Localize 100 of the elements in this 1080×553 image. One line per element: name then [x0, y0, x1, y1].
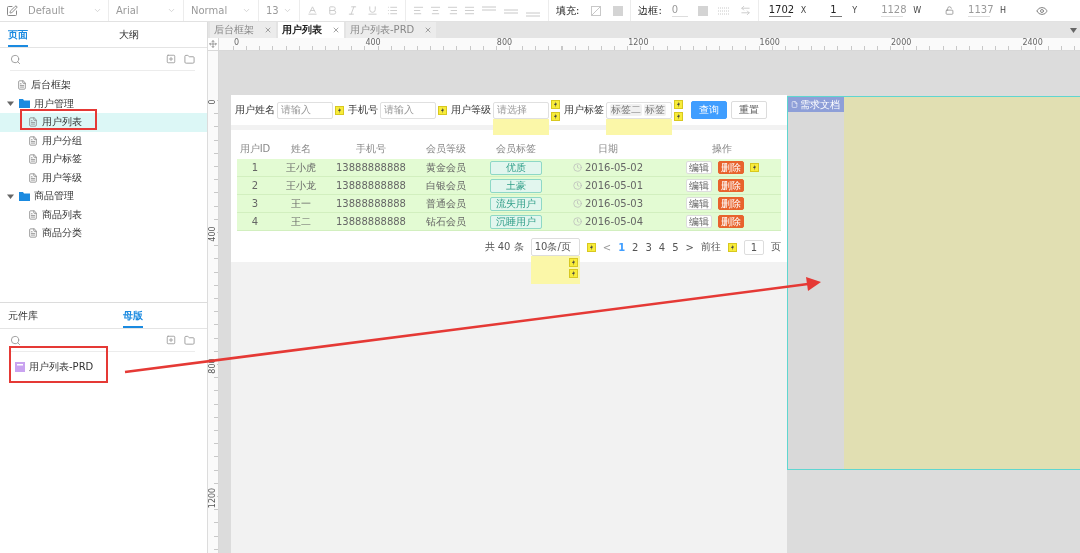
arrow-style-icon[interactable]	[739, 5, 751, 16]
ruler-label: 0	[234, 38, 240, 47]
add-page-icon[interactable]	[166, 335, 176, 345]
master-icon	[15, 362, 25, 372]
tag-chip: 标签	[644, 104, 666, 116]
page-number[interactable]: 3	[645, 241, 652, 253]
move-icon[interactable]	[209, 40, 217, 48]
table-cell-text: 王小龙	[285, 178, 317, 193]
tag-select-field[interactable]: 标签二 标签	[606, 101, 672, 119]
page-item[interactable]: 商品列表	[0, 205, 207, 224]
page-number[interactable]: 4	[658, 241, 666, 253]
table-cell-text: 白银会员	[425, 178, 467, 193]
italic-icon[interactable]	[347, 5, 358, 16]
font-color-icon[interactable]	[307, 5, 318, 16]
lock-icon[interactable]	[945, 6, 955, 15]
table-cell-text: 黄金会员	[425, 160, 467, 175]
delete-button[interactable]: 删除	[717, 215, 744, 228]
edit-button[interactable]: 编辑	[685, 197, 712, 210]
close-icon[interactable]	[264, 26, 272, 34]
delete-button[interactable]: 删除	[717, 161, 744, 174]
date-text: 2016-05-02	[584, 162, 644, 173]
clock-icon	[572, 199, 582, 208]
lightning-icon[interactable]	[568, 258, 578, 267]
next-page-button[interactable]: >	[685, 241, 694, 253]
expanded-caret-icon[interactable]	[7, 192, 14, 200]
lightning-icon[interactable]	[728, 242, 737, 252]
table-cell-text: 13888888888	[335, 180, 407, 191]
reset-button[interactable]: 重置	[731, 101, 767, 119]
column-header: 会员标签	[495, 142, 537, 156]
page-item[interactable]: 用户等级	[0, 168, 207, 187]
goto-page-field[interactable]: 1	[744, 239, 764, 255]
document-tab[interactable]: 用户列表	[278, 22, 344, 38]
dropdown-icon[interactable]	[1070, 27, 1077, 33]
border-label: 边框:	[638, 3, 662, 18]
delete-button[interactable]: 删除	[717, 179, 744, 192]
field-unit: Y	[852, 6, 858, 15]
lightning-icon[interactable]	[568, 269, 578, 278]
table-cell-text: 13888888888	[335, 162, 407, 173]
close-icon[interactable]	[424, 26, 433, 34]
align-center-icon[interactable]	[430, 5, 441, 16]
filter-label: 用户姓名	[235, 103, 275, 117]
add-page-icon[interactable]	[166, 54, 176, 64]
column-header: 日期	[597, 142, 619, 156]
delete-button[interactable]: 删除	[717, 197, 744, 210]
border-style-icon[interactable]	[717, 5, 730, 16]
folder-icon	[19, 191, 30, 201]
panel-tab[interactable]: 母版	[123, 309, 143, 328]
panel-tab[interactable]: 页面	[8, 28, 28, 47]
add-folder-icon[interactable]	[184, 334, 195, 346]
align-left-icon[interactable]	[413, 5, 424, 16]
date-text: 2016-05-03	[584, 198, 644, 209]
lightning-icon[interactable]	[586, 242, 596, 252]
style-icon[interactable]	[6, 4, 18, 17]
underline-icon[interactable]	[367, 5, 378, 16]
position-field[interactable]: 1702	[768, 4, 791, 17]
column-header: 手机号	[355, 142, 387, 156]
edit-button[interactable]: 编辑	[685, 215, 712, 228]
align-right-icon[interactable]	[447, 5, 458, 16]
page-item[interactable]: 用户列表	[0, 113, 207, 132]
page-item[interactable]: 商品分类	[0, 224, 207, 243]
folder-item[interactable]: 商品管理	[0, 187, 207, 206]
column-header: 操作	[711, 142, 733, 156]
table-cell-text: 王小虎	[285, 160, 317, 175]
border-color-icon[interactable]	[697, 5, 708, 16]
lightning-icon[interactable]	[335, 105, 344, 115]
position-field[interactable]: 1	[830, 4, 843, 17]
no-fill-icon[interactable]	[591, 5, 602, 16]
search-icon[interactable]	[10, 334, 21, 346]
list-icon[interactable]	[387, 5, 398, 16]
visibility-icon[interactable]	[1036, 4, 1049, 17]
panel-tab[interactable]: 大纲	[119, 28, 139, 47]
edit-button[interactable]: 编辑	[685, 179, 712, 192]
lightning-icon[interactable]	[749, 163, 759, 172]
close-icon[interactable]	[332, 26, 340, 34]
add-folder-icon[interactable]	[184, 53, 195, 65]
ruler-label: 400	[365, 38, 381, 47]
bold-icon[interactable]	[327, 5, 338, 16]
table-cell-text: 王二	[290, 214, 312, 229]
edit-button[interactable]: 编辑	[685, 161, 712, 174]
folder-item[interactable]: 用户管理	[0, 94, 207, 113]
field-unit: W	[913, 6, 922, 15]
date-text: 2016-05-04	[584, 216, 644, 227]
page-number[interactable]: 2	[632, 241, 639, 253]
page-number[interactable]: 5	[672, 241, 679, 253]
page-item[interactable]: 用户分组	[0, 131, 207, 150]
lightning-icon[interactable]	[438, 105, 447, 115]
search-icon[interactable]	[10, 53, 21, 65]
lightning-icon[interactable]	[674, 99, 683, 109]
page-item[interactable]: 后台框架	[0, 76, 207, 95]
fill-label: 填充:	[556, 3, 580, 18]
master-item[interactable]: 用户列表-PRD	[0, 357, 207, 377]
panel-tab[interactable]: 元件库	[8, 309, 38, 328]
lightning-icon[interactable]	[551, 111, 560, 121]
table-cell-text: 4	[250, 216, 260, 227]
ruler-label: 1200	[628, 38, 649, 47]
page-item[interactable]: 用户标签	[0, 150, 207, 169]
expanded-caret-icon[interactable]	[7, 100, 14, 108]
lightning-icon[interactable]	[674, 111, 683, 121]
align-justify-icon[interactable]	[464, 5, 475, 16]
lightning-icon[interactable]	[551, 99, 560, 109]
